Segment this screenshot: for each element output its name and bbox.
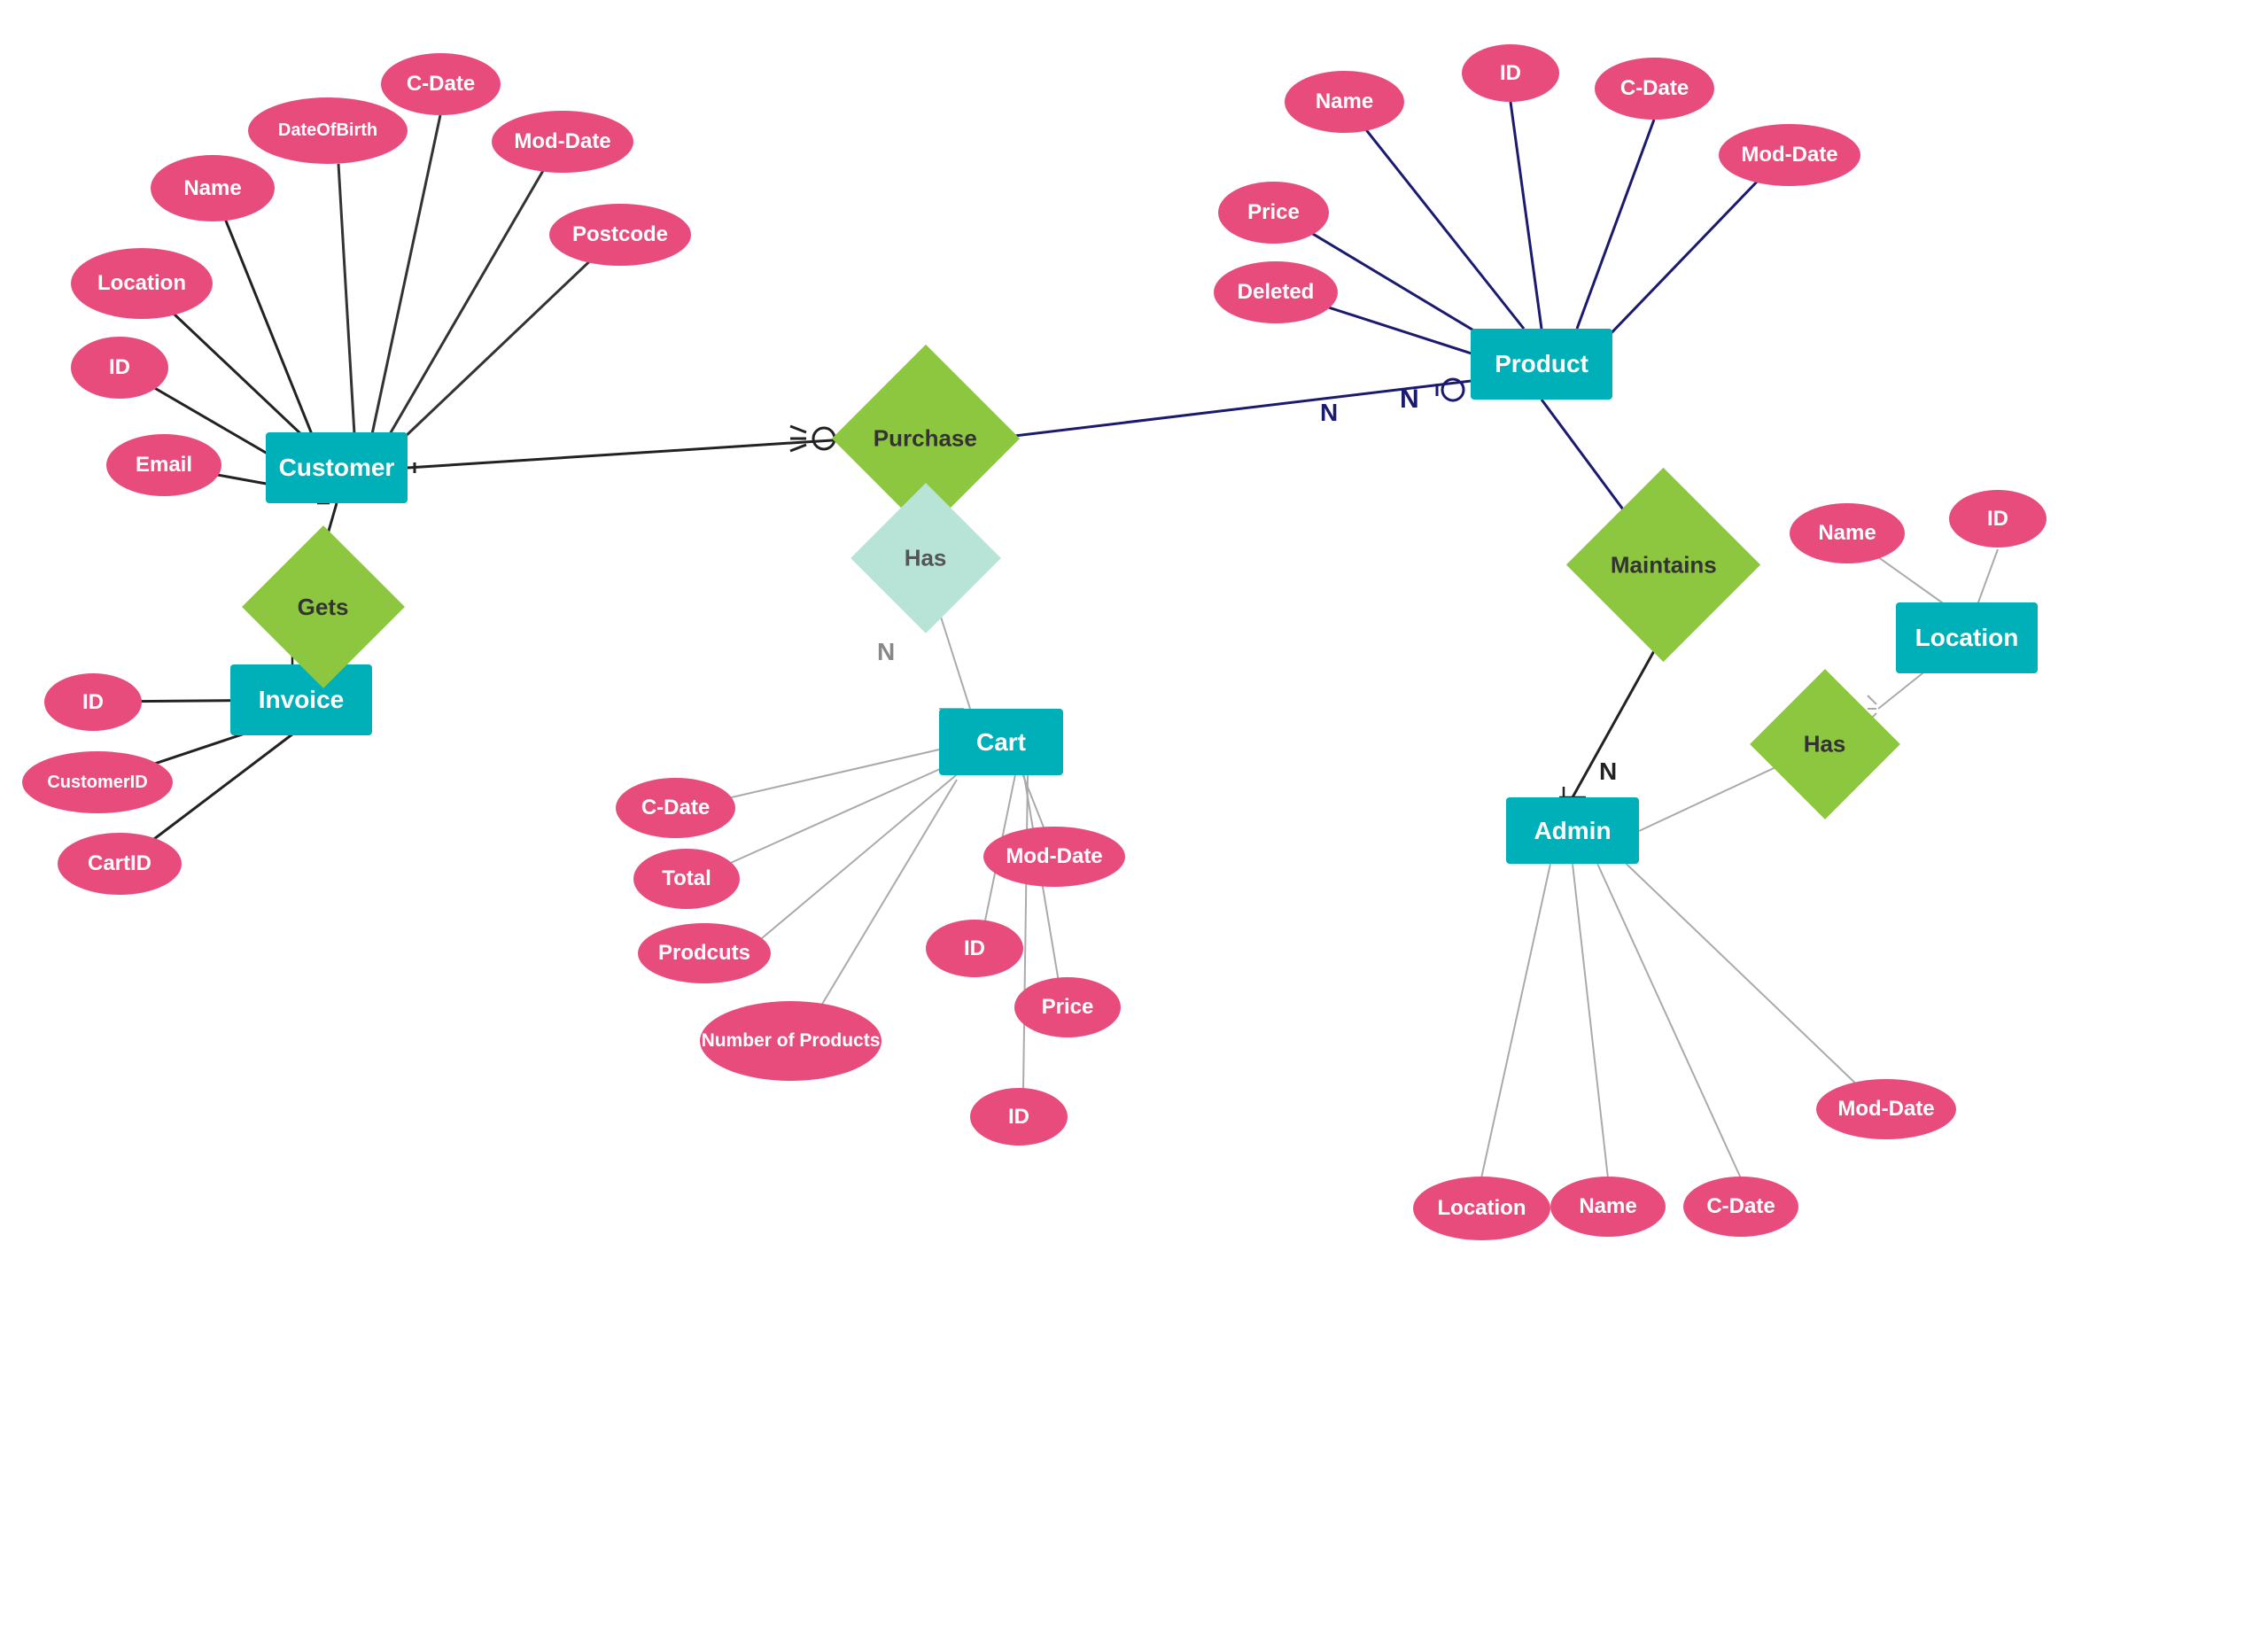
attr-cart-products: Prodcuts bbox=[638, 923, 771, 983]
attr-cart-cdate: C-Date bbox=[616, 778, 735, 838]
attr-inv-cartid: CartID bbox=[58, 833, 182, 895]
svg-text:N: N bbox=[877, 638, 895, 665]
attr-cust-email: Email bbox=[106, 434, 221, 496]
svg-text:N: N bbox=[1400, 385, 1419, 414]
entity-invoice: Invoice bbox=[230, 664, 372, 735]
attr-cust-dob: DateOfBirth bbox=[248, 97, 408, 164]
entity-admin: Admin bbox=[1506, 797, 1639, 864]
entity-location: Location bbox=[1896, 602, 2038, 673]
attr-admin-location: Location bbox=[1413, 1177, 1550, 1240]
attr-prod-id: ID bbox=[1462, 44, 1559, 102]
attr-prod-name: Name bbox=[1285, 71, 1404, 133]
attr-cust-moddate: Mod-Date bbox=[492, 111, 633, 173]
attr-inv-id: ID bbox=[44, 673, 142, 731]
attr-cart-total: Total bbox=[633, 849, 740, 909]
attr-cust-location: Location bbox=[71, 248, 213, 319]
attr-inv-custid: CustomerID bbox=[22, 751, 173, 813]
attr-cart-numprods: Number of Products bbox=[700, 1001, 882, 1081]
attr-cart-id2: ID bbox=[970, 1088, 1068, 1146]
attr-cust-id: ID bbox=[71, 337, 168, 399]
attr-prod-price: Price bbox=[1218, 182, 1329, 244]
entity-cart: Cart bbox=[939, 709, 1063, 775]
entity-customer: Customer bbox=[266, 432, 408, 503]
attr-admin-cdate: C-Date bbox=[1683, 1177, 1798, 1237]
attr-prod-moddate: Mod-Date bbox=[1719, 124, 1860, 186]
attr-admin-name: Name bbox=[1550, 1177, 1666, 1237]
attr-prod-deleted: Deleted bbox=[1214, 261, 1338, 323]
svg-text:N: N bbox=[1320, 399, 1338, 426]
attr-cust-cdate: C-Date bbox=[381, 53, 501, 115]
attr-loc-name: Name bbox=[1790, 503, 1905, 563]
svg-text:N: N bbox=[1599, 757, 1617, 785]
entity-product: Product bbox=[1471, 329, 1612, 400]
attr-loc-id: ID bbox=[1949, 490, 2047, 548]
attr-cust-postcode: Postcode bbox=[549, 204, 691, 266]
attr-cart-moddate: Mod-Date bbox=[983, 827, 1125, 887]
attr-prod-cdate: C-Date bbox=[1595, 58, 1714, 120]
attr-cust-name: Name bbox=[151, 155, 275, 221]
attr-cart-price: Price bbox=[1014, 977, 1121, 1037]
attr-cart-id: ID bbox=[926, 920, 1023, 977]
er-diagram-svg: N N N N bbox=[0, 0, 2268, 1639]
attr-admin-moddate: Mod-Date bbox=[1816, 1079, 1956, 1139]
